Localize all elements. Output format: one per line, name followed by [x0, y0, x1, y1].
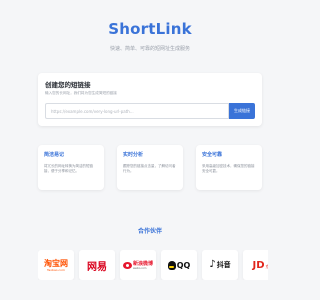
weibo-logo[interactable]: 新浪微博 weibo.com	[120, 250, 156, 280]
taobao-logo[interactable]: 淘宝网 Taobao.com	[38, 250, 74, 280]
brand-title: ShortLink	[108, 20, 192, 38]
music-note-icon: ♪	[209, 259, 216, 270]
weibo-eye-icon	[122, 261, 132, 269]
shorten-card: 创建您的短链接 输入您的长网址，我们将为您生成简短的链接 生成链接	[38, 73, 262, 126]
tagline: 快速、简单、可靠的短网址生成服务	[109, 46, 190, 52]
qq-logo-text: QQ	[176, 260, 191, 270]
taobao-logo-text: 淘宝网	[44, 258, 68, 268]
feature-card-analytics: 实时分析 跟踪您的链接点击量，了解访问者行为。	[117, 145, 183, 190]
feature-description: 采用高级加密技术，确保您的链接安全可靠。	[202, 164, 255, 174]
url-input[interactable]	[45, 103, 229, 119]
jd-logo-subtext: 京东	[265, 263, 268, 269]
douyin-logo-text: 抖音	[216, 261, 231, 269]
partners-logos: 淘宝网 Taobao.com 网易 新浪微博 weibo.com QQ ♪ 抖音…	[38, 250, 268, 280]
header: ShortLink 快速、简单、可靠的短网址生成服务	[0, 20, 300, 52]
qq-logo-row: QQ	[167, 260, 191, 270]
penguin-icon	[167, 260, 176, 270]
weibo-logo-subtext: weibo.com	[132, 266, 147, 270]
feature-title: 简洁易记	[44, 152, 65, 158]
feature-description: 跟踪您的链接点击量，了解访问者行为。	[123, 164, 176, 174]
shorten-title: 创建您的短链接	[45, 81, 91, 89]
feature-title: 实时分析	[123, 152, 144, 158]
jd-logo[interactable]: JD 京东	[243, 250, 268, 280]
netease-logo[interactable]: 网易	[79, 250, 115, 280]
douyin-logo-row: ♪ 抖音	[209, 260, 230, 270]
feature-description: 将冗长的网址转换为简洁的短链接，便于分享和记忆。	[44, 164, 93, 174]
feature-title: 安全可靠	[202, 152, 223, 158]
douyin-logo[interactable]: ♪ 抖音	[202, 250, 238, 280]
page: ShortLink 快速、简单、可靠的短网址生成服务 创建您的短链接 输入您的长…	[0, 0, 300, 300]
weibo-logo-row: 新浪微博 weibo.com	[122, 260, 153, 270]
feature-card-security: 安全可靠 采用高级加密技术，确保您的链接安全可靠。	[196, 145, 262, 190]
partners-title: 合作伙伴	[137, 228, 162, 235]
generate-link-button[interactable]: 生成链接	[229, 103, 255, 119]
weibo-logo-text: 新浪微博	[132, 260, 153, 267]
jd-logo-text: JD	[252, 259, 265, 271]
jd-logo-row: JD 京东	[252, 260, 268, 271]
shorten-description: 输入您的长网址，我们将为您生成简短的链接	[45, 91, 117, 95]
taobao-logo-subtext: Taobao.com	[47, 267, 65, 272]
url-input-row: 生成链接	[45, 103, 255, 119]
feature-card-simple: 简洁易记 将冗长的网址转换为简洁的短链接，便于分享和记忆。	[38, 145, 104, 190]
netease-logo-text: 网易	[87, 261, 107, 273]
qq-logo[interactable]: QQ	[161, 250, 197, 280]
